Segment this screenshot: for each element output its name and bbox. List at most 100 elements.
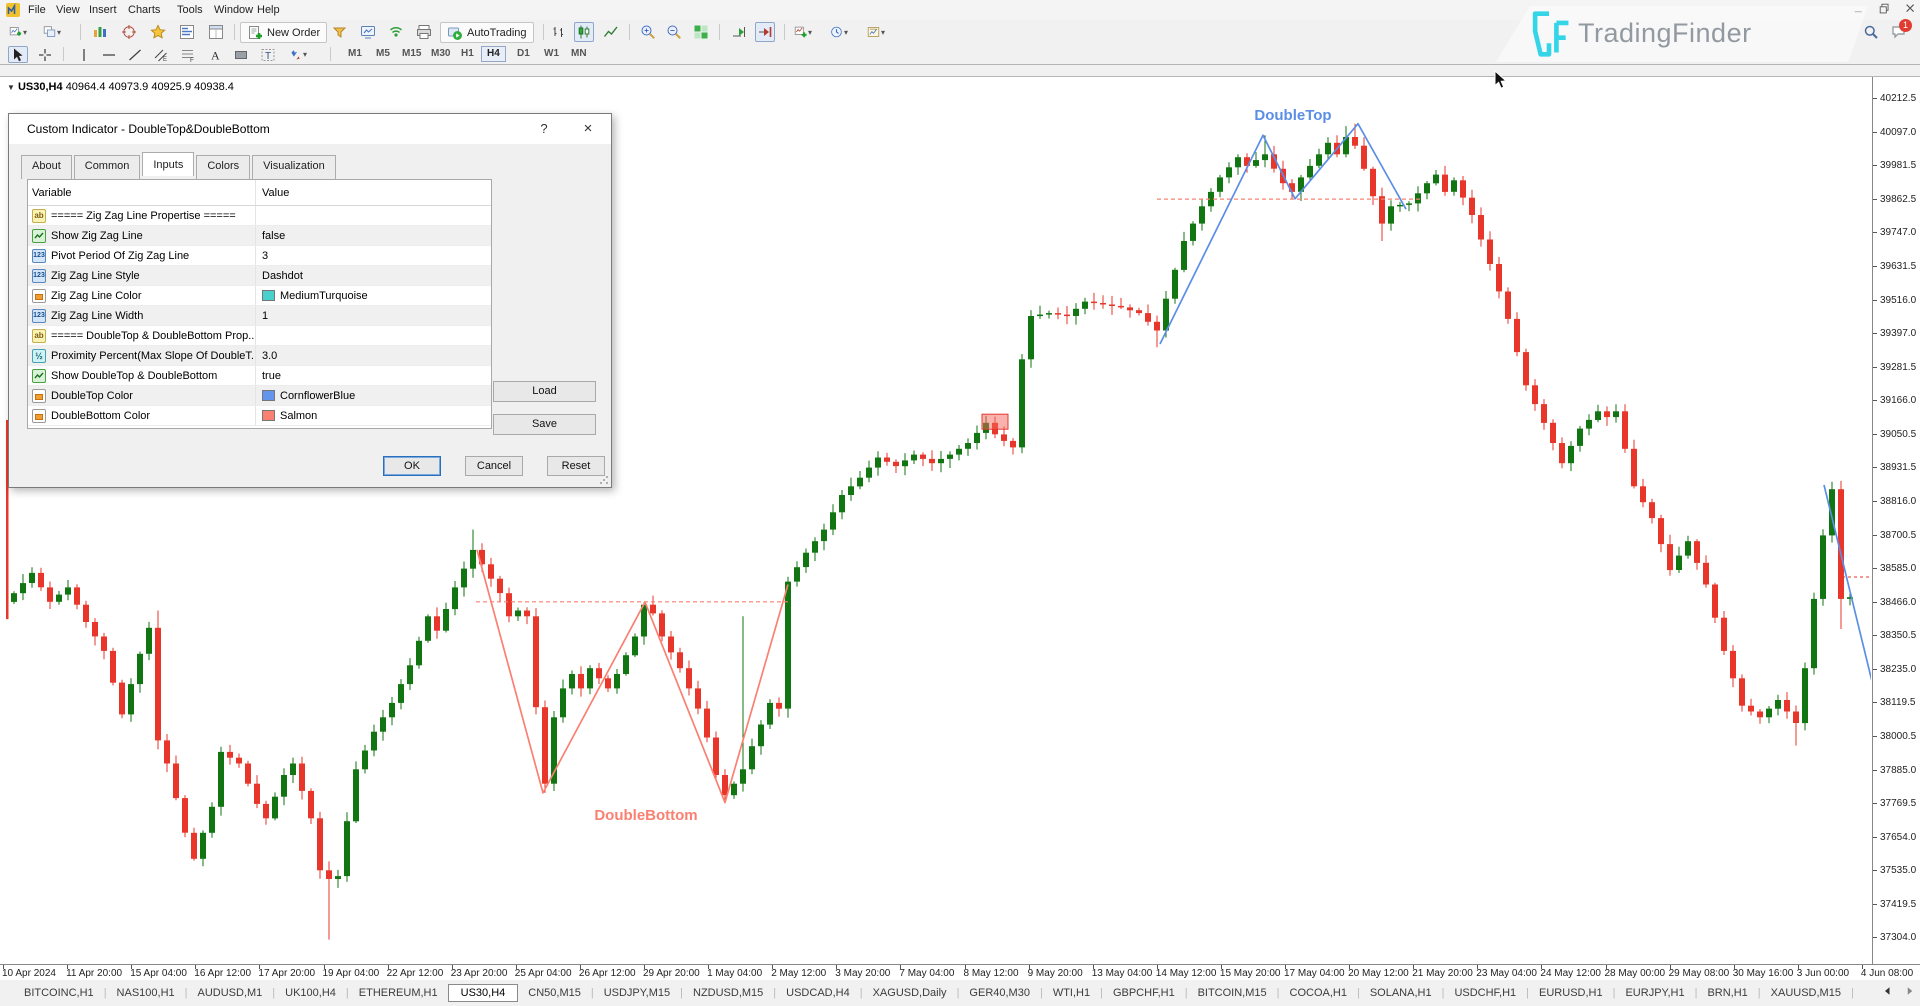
price-axis-label: 38235.0 [1880,664,1916,675]
time-axis-label: 2 May 12:00 [771,968,826,979]
price-tick [1873,602,1877,603]
dialog-tab-common[interactable]: Common [74,155,141,179]
string-param-icon: ab [32,329,46,343]
param-row[interactable]: DoubleTop Color CornflowerBlue [28,386,491,406]
time-axis-label: 9 May 20:00 [1028,968,1083,979]
time-axis-label: 15 Apr 04:00 [130,968,187,979]
param-row[interactable]: 123 Pivot Period Of Zig Zag Line 3 [28,246,491,266]
dialog-title: Custom Indicator - DoubleTop&DoubleBotto… [27,122,270,136]
price-axis[interactable]: 40212.5 40097.0 39981.5 39862.5 39747.0 … [1872,77,1920,964]
param-row[interactable]: Zig Zag Line Color MediumTurquoise [28,286,491,306]
price-axis-label: 38816.0 [1880,496,1916,507]
price-tick [1873,367,1877,368]
param-value-cell[interactable]: 3 [255,246,491,265]
price-axis-label: 38700.5 [1880,530,1916,541]
param-name: DoubleBottom Color [51,410,150,422]
column-header-variable[interactable]: Variable [28,187,255,199]
price-axis-label: 38931.5 [1880,462,1916,473]
param-value-cell[interactable]: 3.0 [255,346,491,365]
time-axis-label: 17 Apr 20:00 [258,968,315,979]
time-axis-label: 3 May 20:00 [835,968,890,979]
param-value-cell[interactable]: true [255,366,491,385]
dialog-close-button[interactable]: × [577,119,599,139]
param-row[interactable]: ½ Proximity Percent(Max Slope Of DoubleT… [28,346,491,366]
mouse-cursor [1494,70,1508,90]
chart-quote-ohlc: 40964.4 40973.9 40925.9 40938.4 [66,81,234,93]
param-value-cell[interactable]: CornflowerBlue [255,386,491,405]
dialog-titlebar[interactable]: Custom Indicator - DoubleTop&DoubleBotto… [9,114,611,144]
param-value-cell[interactable]: MediumTurquoise [255,286,491,305]
reset-button[interactable]: Reset [547,456,605,476]
color-swatch [262,390,275,401]
param-value: CornflowerBlue [280,390,355,402]
param-name: Zig Zag Line Width [51,310,143,322]
dialog-tab-inputs[interactable]: Inputs [142,152,194,176]
param-value-cell[interactable] [255,206,491,225]
param-value-cell[interactable]: Salmon [255,406,491,425]
dialog-tabs: AboutCommonInputsColorsVisualization [21,152,338,176]
ok-button[interactable]: OK [383,456,441,476]
integer-param-icon: 123 [32,309,46,323]
save-button[interactable]: Save [493,414,596,435]
dialog-tab-about[interactable]: About [21,155,72,179]
bool-param-icon [32,369,46,383]
param-row[interactable]: 123 Zig Zag Line Width 1 [28,306,491,326]
price-tick [1873,870,1877,871]
price-tick [1873,736,1877,737]
param-row[interactable]: Show DoubleTop & DoubleBottom true [28,366,491,386]
price-tick [1873,837,1877,838]
price-axis-label: 39281.5 [1880,362,1916,373]
param-value-cell[interactable]: Dashdot [255,266,491,285]
time-axis-label: 17 May 04:00 [1284,968,1345,979]
price-tick [1873,937,1877,938]
price-axis-label: 40212.5 [1880,93,1916,104]
dialog-tab-visualization[interactable]: Visualization [252,155,336,179]
column-header-value[interactable]: Value [255,180,491,205]
price-tick [1873,501,1877,502]
color-swatch [262,290,275,301]
color-param-icon [32,289,46,303]
time-axis-label: 30 May 16:00 [1733,968,1794,979]
price-axis-label: 37654.0 [1880,832,1916,843]
price-tick [1873,702,1877,703]
price-tick [1873,333,1877,334]
dialog-tab-colors[interactable]: Colors [196,155,250,179]
price-tick [1873,535,1877,536]
param-row[interactable]: ab ===== DoubleTop & DoubleBottom Prop..… [28,326,491,346]
tradingfinder-logo-icon [1526,9,1572,59]
price-axis-label: 37419.5 [1880,899,1916,910]
param-value: 3 [262,250,268,262]
time-axis-label: 16 Apr 12:00 [194,968,251,979]
param-row[interactable]: 123 Zig Zag Line Style Dashdot [28,266,491,286]
price-axis-label: 38000.5 [1880,731,1916,742]
price-axis-label: 37535.0 [1880,865,1916,876]
time-axis-label: 22 Apr 12:00 [387,968,444,979]
price-tick [1873,669,1877,670]
time-axis-label: 14 May 12:00 [1156,968,1217,979]
time-axis-label: 10 Apr 2024 [2,968,56,979]
param-value-cell[interactable] [255,326,491,345]
time-axis-label: 19 Apr 04:00 [323,968,380,979]
param-row[interactable]: ab ===== Zig Zag Line Propertise ===== [28,206,491,226]
param-name: Proximity Percent(Max Slope Of DoubleT..… [51,350,255,362]
param-row[interactable]: Show Zig Zag Line false [28,226,491,246]
watermark-brand: TradingFinder [1578,18,1752,49]
price-axis-label: 38466.0 [1880,597,1916,608]
dialog-resize-grip[interactable] [599,475,609,485]
price-tick [1873,904,1877,905]
load-button[interactable]: Load [493,381,596,402]
param-name: Zig Zag Line Style [51,270,140,282]
time-axis-label: 3 Jun 00:00 [1797,968,1849,979]
chart-collapse-icon[interactable]: ▼ [7,83,15,92]
param-value-cell[interactable]: false [255,226,491,245]
param-value: false [262,230,285,242]
time-axis-label: 11 Apr 20:00 [66,968,122,979]
price-axis-label: 37885.0 [1880,765,1916,776]
cancel-button[interactable]: Cancel [465,456,523,476]
dialog-help-button[interactable]: ? [533,119,555,139]
price-axis-label: 38119.5 [1880,697,1915,708]
param-value-cell[interactable]: 1 [255,306,491,325]
param-row[interactable]: DoubleBottom Color Salmon [28,406,491,426]
integer-param-icon: 123 [32,269,46,283]
time-axis[interactable]: 10 Apr 2024 11 Apr 20:00 15 Apr 04:00 16… [0,964,1920,980]
